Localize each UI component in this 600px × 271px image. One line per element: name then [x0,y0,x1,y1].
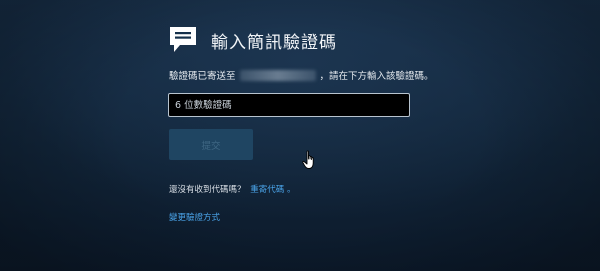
verification-code-input[interactable] [168,93,410,117]
resend-code-link[interactable]: 重寄代碼 [250,185,284,195]
masked-phone-number [239,69,316,81]
change-verification-method-link[interactable]: 變更驗證方式 [169,211,220,223]
resend-question: 還沒有收到代碼嗎？ [169,185,246,195]
instruction-text: 驗證碼已寄送至 ，請在下方輸入該驗證碼。 [169,68,434,82]
chat-bubble-icon [167,24,199,56]
instruction-prefix: 驗證碼已寄送至 [169,71,236,82]
instruction-suffix: ，請在下方輸入該驗證碼。 [319,71,434,82]
page-title: 輸入簡訊驗證碼 [211,32,337,53]
mouse-pointer-icon [302,150,316,170]
resend-row: 還沒有收到代碼嗎？ 重寄代碼 。 [169,183,295,195]
submit-button[interactable]: 提交 [169,129,253,160]
dialog-header: 輸入簡訊驗證碼 [167,24,337,56]
resend-suffix: 。 [286,185,296,195]
